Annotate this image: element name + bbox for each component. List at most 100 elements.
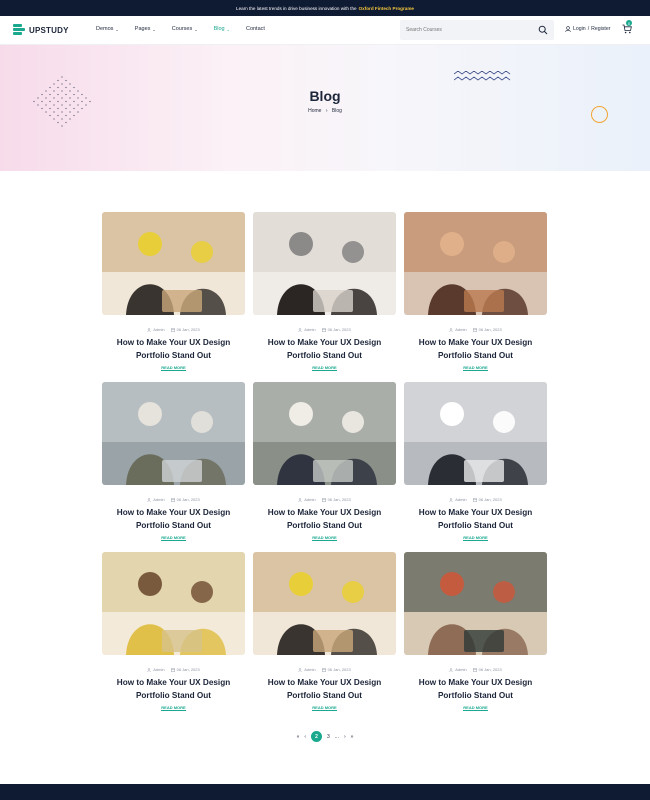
blog-card[interactable]: Admin 06 Jan, 2023 How to Make Your UX Des… <box>404 382 547 541</box>
breadcrumb-home[interactable]: Home <box>308 108 321 114</box>
blog-card[interactable]: Admin 06 Jan, 2023 How to Make Your UX Des… <box>253 552 396 711</box>
read-more-link[interactable]: READ MORE <box>161 705 186 711</box>
blog-card-meta: Admin 06 Jan, 2023 <box>102 667 245 672</box>
blog-card[interactable]: Admin 06 Jan, 2023 How to Make Your UX Des… <box>253 212 396 371</box>
search-input[interactable] <box>406 23 526 37</box>
pagination: « ‹ 2 3 ... › » <box>0 731 650 742</box>
chevron-down-icon: ⌄ <box>115 26 119 32</box>
login-link[interactable]: Login <box>573 26 586 32</box>
read-more-link[interactable]: READ MORE <box>312 535 337 541</box>
chevron-down-icon: ⌄ <box>226 26 230 32</box>
read-more-link[interactable]: READ MORE <box>463 365 488 371</box>
nav-item-blog[interactable]: Blog ⌄ <box>214 26 230 32</box>
blog-card-image[interactable] <box>404 212 547 315</box>
read-more-link[interactable]: READ MORE <box>161 365 186 371</box>
blog-card-title[interactable]: How to Make Your UX Design Portfolio Stan… <box>253 336 396 362</box>
blog-card-image[interactable] <box>102 382 245 485</box>
announcement-bar: Learn the latest trends in drive busines… <box>0 0 650 16</box>
announcement-link[interactable]: Oxford Fintech Programe <box>359 6 414 11</box>
nav-item-courses[interactable]: Courses ⌄ <box>172 26 198 32</box>
blog-card-author: Admin <box>153 497 165 502</box>
blog-card-title-line: Portfolio Stand Out <box>437 521 514 530</box>
calendar-icon <box>170 497 175 502</box>
user-icon <box>449 327 454 332</box>
logo-icon <box>13 23 26 37</box>
search-box <box>400 20 554 40</box>
first-page-button[interactable]: « <box>297 734 300 740</box>
read-more-link[interactable]: READ MORE <box>161 535 186 541</box>
calendar-icon <box>170 327 175 332</box>
blog-card-title[interactable]: How to Make Your UX Design Portfolio Stan… <box>102 506 245 532</box>
search-icon[interactable] <box>538 25 548 35</box>
calendar-icon <box>321 327 326 332</box>
user-icon <box>147 327 152 332</box>
calendar-icon <box>321 667 326 672</box>
blog-card-image[interactable] <box>102 212 245 315</box>
read-more-link[interactable]: READ MORE <box>312 705 337 711</box>
blog-card-title[interactable]: How to Make Your UX Design Portfolio Stan… <box>404 336 547 362</box>
blog-card-image[interactable] <box>404 552 547 655</box>
chevron-right-icon: › <box>325 108 328 114</box>
blog-card-image[interactable] <box>404 382 547 485</box>
blog-card-title[interactable]: How to Make Your UX Design Portfolio Stan… <box>253 506 396 532</box>
read-more-link[interactable]: READ MORE <box>463 705 488 711</box>
blog-card-meta: Admin 06 Jan, 2023 <box>253 667 396 672</box>
blog-card-title[interactable]: How to Make Your UX Design Portfolio Stan… <box>253 676 396 702</box>
blog-card-title-line: How to Make Your UX Design <box>116 508 231 517</box>
blog-card[interactable]: Admin 06 Jan, 2023 How to Make Your UX Des… <box>404 552 547 711</box>
blog-card-title-line: Portfolio Stand Out <box>135 691 212 700</box>
blog-card-author: Admin <box>304 667 316 672</box>
page-3-button[interactable]: 3 <box>327 734 330 740</box>
user-icon <box>298 667 303 672</box>
blog-card-date: 06 Jan, 2023 <box>176 497 200 502</box>
read-more-link[interactable]: READ MORE <box>312 365 337 371</box>
user-icon <box>449 667 454 672</box>
page-title: Blog <box>309 88 341 104</box>
nav-item-label: Courses <box>171 26 193 32</box>
blog-card-date: 06 Jan, 2023 <box>176 667 200 672</box>
logo-text: UPSTUDY <box>29 25 69 35</box>
blog-card-title[interactable]: How to Make Your UX Design Portfolio Stan… <box>404 676 547 702</box>
blog-card-title-line: Portfolio Stand Out <box>437 691 514 700</box>
blog-card-title[interactable]: How to Make Your UX Design Portfolio Stan… <box>102 676 245 702</box>
blog-card-meta: Admin 06 Jan, 2023 <box>253 497 396 502</box>
next-page-button[interactable]: › <box>344 734 346 740</box>
blog-card-image[interactable] <box>253 382 396 485</box>
nav-item-pages[interactable]: Pages ⌄ <box>135 26 156 32</box>
blog-card-author: Admin <box>455 327 467 332</box>
account-links: Login / Register <box>565 26 610 32</box>
blog-card-title[interactable]: How to Make Your UX Design Portfolio Stan… <box>102 336 245 362</box>
blog-card[interactable]: Admin 06 Jan, 2023 How to Make Your UX Des… <box>102 552 245 711</box>
blog-card-image[interactable] <box>253 552 396 655</box>
last-page-button[interactable]: » <box>351 734 354 740</box>
calendar-icon <box>472 327 477 332</box>
blog-card-author: Admin <box>153 327 165 332</box>
nav-item-label: Blog <box>213 26 225 32</box>
blog-card[interactable]: Admin 06 Jan, 2023 How to Make Your UX Des… <box>102 382 245 541</box>
blog-card-image[interactable] <box>253 212 396 315</box>
blog-card-image[interactable] <box>102 552 245 655</box>
blog-card-title-line: Portfolio Stand Out <box>437 351 514 360</box>
nav-item-label: Pages <box>134 26 151 32</box>
zigzag-decoration <box>454 71 511 81</box>
blog-card[interactable]: Admin 06 Jan, 2023 How to Make Your UX Des… <box>253 382 396 541</box>
user-icon <box>298 327 303 332</box>
calendar-icon <box>472 497 477 502</box>
chevron-down-icon: ⌄ <box>194 26 198 32</box>
blog-card-meta: Admin 06 Jan, 2023 <box>404 327 547 332</box>
blog-card-title-line: How to Make Your UX Design <box>418 678 533 687</box>
prev-page-button[interactable]: ‹ <box>304 734 306 740</box>
register-link[interactable]: Register <box>591 26 610 32</box>
nav-item-contact[interactable]: Contact <box>246 26 265 32</box>
logo[interactable]: UPSTUDY <box>13 23 69 37</box>
blog-card-title[interactable]: How to Make Your UX Design Portfolio Stan… <box>404 506 547 532</box>
calendar-icon <box>170 667 175 672</box>
blog-card-date: 06 Jan, 2023 <box>327 327 351 332</box>
read-more-link[interactable]: READ MORE <box>463 535 488 541</box>
blog-card[interactable]: Admin 06 Jan, 2023 How to Make Your UX Des… <box>404 212 547 371</box>
blog-card-date: 06 Jan, 2023 <box>478 327 502 332</box>
page-2-button[interactable]: 2 <box>311 731 323 742</box>
blog-card[interactable]: Admin 06 Jan, 2023 How to Make Your UX Des… <box>102 212 245 371</box>
pagination-ellipsis: ... <box>334 733 339 740</box>
nav-item-demos[interactable]: Demos ⌄ <box>96 26 119 32</box>
